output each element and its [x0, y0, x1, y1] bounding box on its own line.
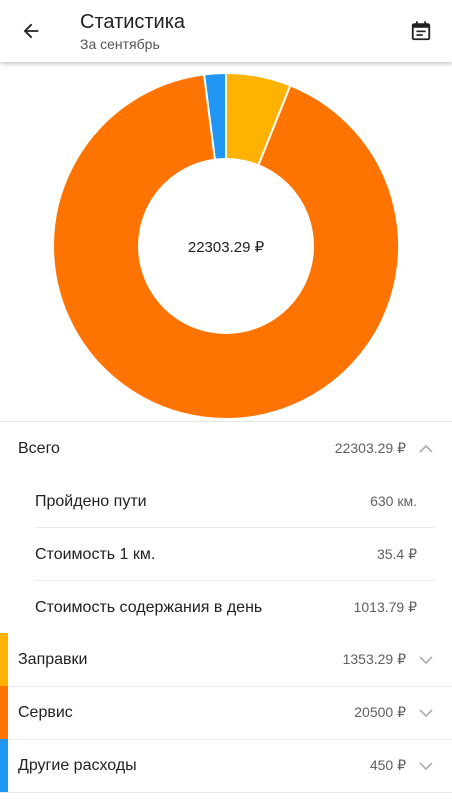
chevron-down-icon[interactable]	[418, 705, 434, 721]
category-color-bar	[0, 633, 8, 686]
total-row[interactable]: Всего 22303.29 ₽	[0, 422, 452, 475]
daily-cost-value: 1013.79 ₽	[353, 599, 417, 615]
category-label: Другие расходы	[18, 757, 137, 774]
total-value: 22303.29 ₽	[334, 440, 406, 456]
donut-svg: 22303.29 ₽	[52, 71, 400, 420]
cost-per-km-label: Стоимость 1 км.	[35, 546, 156, 563]
category-row-service[interactable]: Сервис 20500 ₽	[0, 686, 452, 739]
page-title: Статистика	[80, 11, 186, 33]
distance-label: Пройдено пути	[35, 493, 147, 510]
category-row-other[interactable]: Другие расходы 450 ₽	[0, 739, 452, 792]
expenses-donut-chart: 22303.29 ₽	[0, 62, 452, 422]
category-row-fuel[interactable]: Заправки 1353.29 ₽	[0, 633, 452, 686]
daily-cost-row: Стоимость содержания в день 1013.79 ₽	[0, 581, 452, 634]
page-subtitle: За сентябрь	[80, 36, 160, 52]
category-label: Заправки	[18, 651, 88, 668]
donut-center-total: 22303.29 ₽	[188, 239, 265, 256]
calendar-icon[interactable]	[404, 14, 438, 48]
daily-cost-label: Стоимость содержания в день	[35, 599, 263, 616]
category-value: 20500 ₽	[354, 704, 406, 720]
category-color-bar	[0, 686, 8, 739]
cost-per-km-value: 35.4 ₽	[376, 546, 417, 562]
chevron-down-icon[interactable]	[418, 758, 434, 774]
distance-value: 630 км.	[370, 493, 417, 509]
total-label: Всего	[18, 440, 60, 457]
chevron-down-icon[interactable]	[418, 652, 434, 668]
category-label: Сервис	[18, 704, 73, 721]
chevron-up-icon[interactable]	[418, 441, 434, 457]
arrow-back-icon[interactable]	[14, 14, 48, 48]
cost-per-km-row: Стоимость 1 км. 35.4 ₽	[0, 528, 452, 581]
category-value: 450 ₽	[369, 757, 406, 773]
divider	[0, 792, 452, 793]
category-value: 1353.29 ₽	[342, 651, 406, 667]
app-bar: Статистика За сентябрь	[0, 0, 452, 62]
category-color-bar	[0, 739, 8, 792]
distance-row: Пройдено пути 630 км.	[0, 475, 452, 528]
